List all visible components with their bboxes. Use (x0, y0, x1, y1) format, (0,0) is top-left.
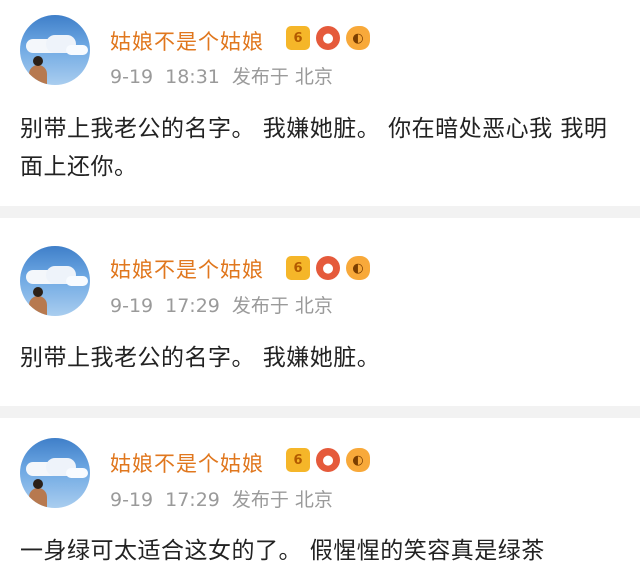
user-badges: 6 ● ◐ (286, 448, 370, 472)
post-date: 9-19 (110, 295, 154, 317)
crown-vip-icon[interactable]: 6 (286, 448, 310, 472)
avatar[interactable] (20, 438, 90, 508)
post-location: 发布于 北京 (231, 66, 333, 88)
avatar[interactable] (20, 15, 90, 85)
post-date: 9-19 (110, 66, 154, 88)
post-date: 9-19 (110, 489, 154, 511)
post-location: 发布于 北京 (231, 295, 333, 317)
fish-icon[interactable]: ◐ (346, 448, 370, 472)
post-meta: 9-19 18:31 发布于 北京 (110, 62, 345, 89)
post-time: 17:29 (165, 489, 220, 511)
post-time: 17:29 (165, 295, 220, 317)
author-name[interactable]: 姑娘不是个姑娘 (110, 254, 264, 284)
post-card: 姑娘不是个姑娘 6 ● ◐ 9-19 17:29 发布于 北京 一身绿可太适合这女的… (0, 418, 640, 567)
fruit-icon[interactable]: ● (316, 26, 340, 50)
author-name[interactable]: 姑娘不是个姑娘 (110, 448, 264, 478)
post-location: 发布于 北京 (231, 489, 333, 511)
avatar[interactable] (20, 246, 90, 316)
post-meta: 9-19 17:29 发布于 北京 (110, 485, 345, 512)
post-text: 别带上我老公的名字。 我嫌她脏。 你在暗处恶心我 我明面上还你。 (20, 116, 608, 180)
post-meta: 9-19 17:29 发布于 北京 (110, 291, 345, 318)
post-separator (0, 206, 640, 218)
user-badges: 6 ● ◐ (286, 256, 370, 280)
fish-icon[interactable]: ◐ (346, 256, 370, 280)
fruit-icon[interactable]: ● (316, 448, 340, 472)
author-name[interactable]: 姑娘不是个姑娘 (110, 26, 264, 56)
post-time: 18:31 (165, 66, 220, 88)
crown-vip-icon[interactable]: 6 (286, 26, 310, 50)
post-separator (0, 406, 640, 418)
post-card: 姑娘不是个姑娘 6 ● ◐ 9-19 17:29 发布于 北京 别带上我老公的名字。… (0, 218, 640, 406)
fish-icon[interactable]: ◐ (346, 26, 370, 50)
post-card: 姑娘不是个姑娘 6 ● ◐ 9-19 18:31 发布于 北京 别带上我老公的名字。… (0, 0, 640, 206)
user-badges: 6 ● ◐ (286, 26, 370, 50)
fruit-icon[interactable]: ● (316, 256, 340, 280)
crown-vip-icon[interactable]: 6 (286, 256, 310, 280)
weibo-feed: 姑娘不是个姑娘 6 ● ◐ 9-19 18:31 发布于 北京 别带上我老公的名字。… (0, 0, 640, 567)
post-text: 别带上我老公的名字。 我嫌她脏。 (20, 345, 381, 371)
post-text: 一身绿可太适合这女的了。 假惺惺的笑容真是绿茶 (20, 538, 545, 564)
